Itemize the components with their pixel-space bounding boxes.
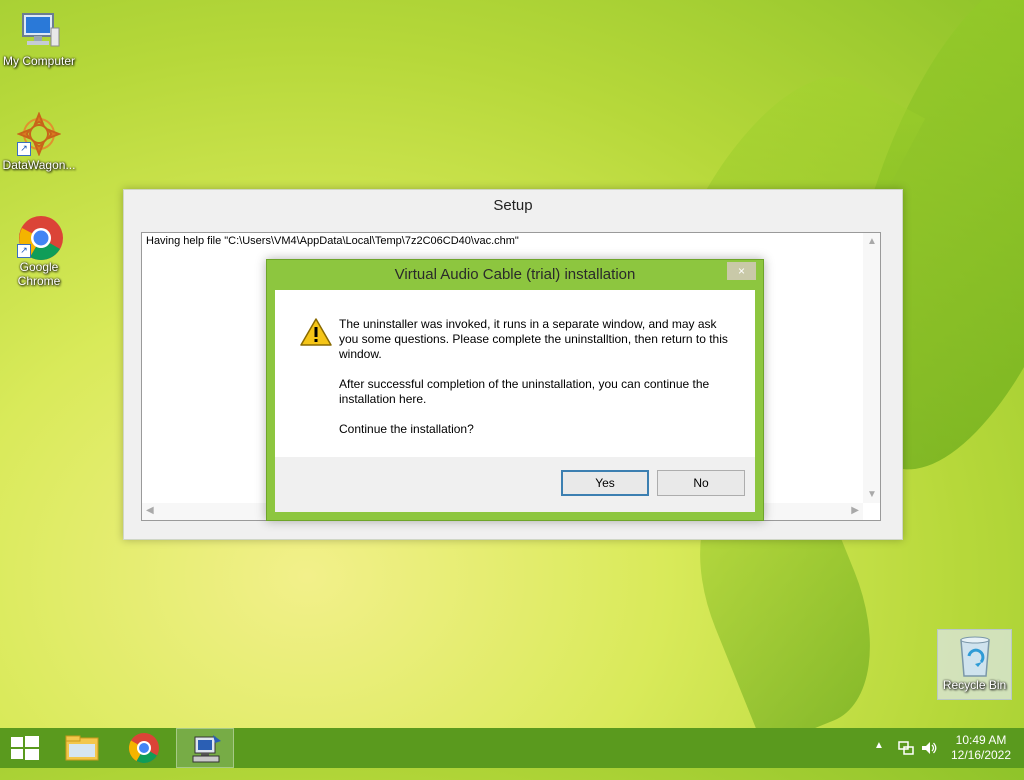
desktop-icon-datawagon[interactable]: ↗ DataWagon... bbox=[0, 111, 78, 172]
shortcut-arrow-icon: ↗ bbox=[17, 244, 31, 258]
no-button[interactable]: No bbox=[657, 470, 745, 496]
shortcut-arrow-icon: ↗ bbox=[17, 142, 31, 156]
taskbar-file-explorer[interactable] bbox=[54, 728, 112, 768]
warning-icon bbox=[299, 317, 335, 349]
scroll-up-icon[interactable]: ▲ bbox=[867, 236, 877, 247]
chrome-icon bbox=[128, 733, 159, 764]
scroll-down-icon[interactable]: ▼ bbox=[867, 489, 877, 500]
taskbar-setup-app[interactable] bbox=[176, 728, 234, 768]
dialog-message-3: Continue the installation? bbox=[339, 422, 474, 436]
taskbar: ▲ 10:49 AM 12/16/2022 bbox=[0, 728, 1024, 768]
chrome-icon: ↗ bbox=[17, 214, 63, 260]
vertical-scrollbar[interactable]: ▲ ▼ bbox=[863, 233, 880, 503]
recycle-bin-icon bbox=[955, 634, 995, 678]
folder-icon bbox=[65, 735, 99, 761]
windows-logo-icon bbox=[11, 736, 39, 760]
yes-button[interactable]: Yes bbox=[561, 470, 649, 496]
start-button[interactable] bbox=[0, 728, 58, 768]
recycle-bin-label: Recycle Bin bbox=[942, 678, 1007, 692]
dialog-message-2: After successful completion of the unins… bbox=[339, 377, 710, 406]
clock-date: 12/16/2022 bbox=[950, 748, 1012, 762]
scroll-right-icon[interactable]: ▶ bbox=[851, 505, 859, 516]
desktop-icon-label: DataWagon... bbox=[2, 158, 76, 172]
datawagon-icon: ↗ bbox=[16, 111, 62, 157]
setup-window-title: Setup bbox=[493, 197, 533, 214]
desktop-icon-label: Google Chrome bbox=[17, 260, 61, 288]
desktop-icon-google-chrome[interactable]: ↗ Google Chrome bbox=[0, 214, 78, 288]
volume-icon[interactable] bbox=[920, 739, 938, 779]
computer-icon bbox=[17, 8, 61, 52]
show-hidden-icons-button[interactable]: ▲ bbox=[874, 740, 884, 780]
clock-time: 10:49 AM bbox=[955, 733, 1007, 747]
installation-dialog[interactable]: Virtual Audio Cable (trial) installation… bbox=[266, 259, 764, 521]
dialog-button-bar: Yes No bbox=[275, 457, 755, 512]
desktop-icon-label: My Computer bbox=[2, 54, 76, 68]
desktop-icon-my-computer[interactable]: My Computer bbox=[0, 8, 78, 68]
setup-app-icon bbox=[192, 735, 221, 763]
dialog-message-1: The uninstaller was invoked, it runs in … bbox=[339, 317, 728, 361]
taskbar-google-chrome[interactable] bbox=[115, 728, 173, 768]
scroll-left-icon[interactable]: ◀ bbox=[146, 505, 154, 516]
setup-log-text: Having help file "C:\Users\VM4\AppData\L… bbox=[146, 235, 519, 247]
dialog-content: The uninstaller was invoked, it runs in … bbox=[275, 290, 755, 512]
taskbar-clock[interactable]: 10:49 AM 12/16/2022 bbox=[946, 733, 1016, 763]
desktop-icon-recycle-bin[interactable]: Recycle Bin bbox=[937, 629, 1012, 700]
dialog-title: Virtual Audio Cable (trial) installation bbox=[394, 266, 636, 283]
close-button[interactable]: × bbox=[727, 262, 756, 280]
network-icon[interactable] bbox=[897, 739, 915, 779]
